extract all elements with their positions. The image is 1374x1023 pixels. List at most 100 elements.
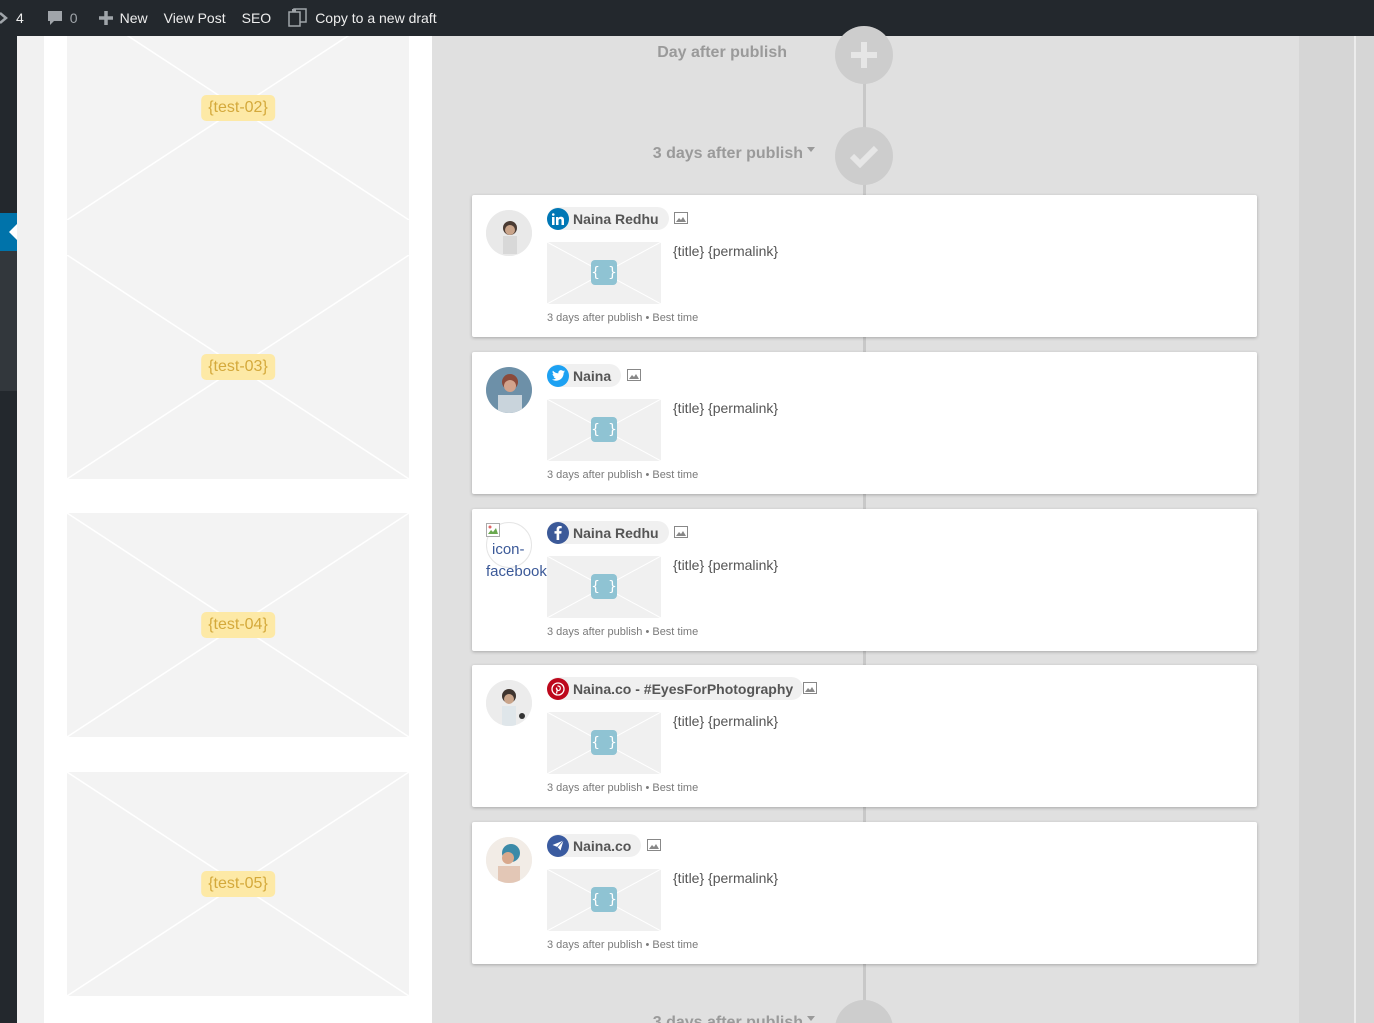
timeline-step-label: 3 days after publish — [652, 145, 803, 162]
admin-bar: 4 0 New View Post SEO Copy to a new draf… — [0, 0, 1374, 36]
content-area: {test-02} {test-03} {test-04} {test-05} … — [17, 26, 1374, 1023]
thumbnail-tag: {test-03} — [201, 354, 275, 380]
thumbnail-tag: {test-05} — [201, 871, 275, 897]
avatar-alt-text: facebook — [486, 563, 547, 580]
view-post-link[interactable]: View Post — [156, 0, 234, 36]
comments-count: 0 — [69, 10, 78, 26]
account-name: Naina.co - #EyesForPhotography — [573, 680, 794, 697]
variable-tag: { } — [591, 730, 617, 755]
variable-tag: { } — [591, 887, 617, 912]
variable-tag: { } — [591, 574, 617, 599]
view-post-label: View Post — [163, 10, 226, 26]
avatar — [486, 367, 532, 413]
post-schedule-meta: 3 days after publish • Best time — [547, 626, 699, 638]
check-icon — [849, 145, 879, 168]
account-chip[interactable]: Naina.co - #EyesForPhotography — [547, 677, 804, 700]
plus-icon — [98, 11, 113, 25]
thumbnail-placeholder: {test-02} — [67, 36, 409, 260]
caret-down-icon — [807, 147, 815, 153]
variable-tag: { } — [591, 417, 617, 442]
linkedin-icon — [547, 207, 569, 230]
avatar — [486, 210, 532, 256]
comment-icon — [47, 11, 62, 25]
pinterest-icon — [547, 677, 569, 700]
placeholder-image-icon — [67, 36, 409, 220]
media-placeholder[interactable]: { } — [547, 556, 661, 618]
scheduled-post-card[interactable]: icon- facebook Naina Redhu { } {title} {… — [472, 509, 1257, 651]
step-done-button[interactable] — [835, 127, 893, 185]
broken-avatar: icon- facebook — [486, 522, 548, 582]
post-message[interactable]: {title} {permalink} — [673, 713, 778, 729]
telegram-icon — [547, 834, 569, 857]
caret-down-icon — [807, 1016, 815, 1022]
scheduled-post-card[interactable]: Naina.co { } {title} {permalink} 3 days … — [472, 822, 1257, 964]
post-schedule-meta: 3 days after publish • Best time — [547, 312, 699, 324]
variable-tag: { } — [591, 260, 617, 285]
image-icon[interactable] — [674, 526, 688, 538]
account-chip[interactable]: Naina — [547, 364, 622, 387]
plus-icon — [851, 42, 877, 68]
media-placeholder[interactable]: { } — [547, 242, 661, 304]
account-name: Naina.co — [573, 837, 632, 854]
active-menu-item[interactable] — [0, 213, 17, 251]
comments-menu[interactable]: 0 — [32, 0, 86, 36]
post-message[interactable]: {title} {permalink} — [673, 557, 778, 573]
post-message[interactable]: {title} {permalink} — [673, 400, 778, 416]
account-name: Naina Redhu — [573, 210, 659, 227]
copy-draft-link[interactable]: Copy to a new draft — [279, 0, 444, 36]
admin-menu — [0, 36, 17, 1023]
post-schedule-meta: 3 days after publish • Best time — [547, 469, 699, 481]
image-icon[interactable] — [647, 839, 661, 851]
new-label: New — [119, 10, 148, 26]
thumbnail-tag: {test-04} — [201, 612, 275, 638]
post-schedule-meta: 3 days after publish • Best time — [547, 782, 699, 794]
broken-image-icon — [486, 523, 500, 537]
divider — [1354, 36, 1356, 1023]
seo-label: SEO — [241, 10, 272, 26]
timeline-step-label: 3 days after publish — [652, 1014, 803, 1023]
new-content-menu[interactable]: New — [86, 0, 156, 36]
account-name: Naina — [573, 367, 612, 384]
twitter-icon — [547, 364, 569, 387]
right-sidebar — [1299, 36, 1374, 1023]
timeline-step-label: Day after publish — [657, 44, 787, 61]
scheduled-post-card[interactable]: Naina { } {title} {permalink} 3 days aft… — [472, 352, 1257, 494]
image-icon[interactable] — [674, 212, 688, 224]
post-message[interactable]: {title} {permalink} — [673, 870, 778, 886]
step-status-button[interactable] — [835, 1000, 893, 1023]
account-chip[interactable]: Naina Redhu — [547, 521, 669, 544]
seo-menu[interactable]: SEO — [234, 0, 280, 36]
post-schedule-meta: 3 days after publish • Best time — [547, 939, 699, 951]
updates-icon — [0, 12, 8, 24]
facebook-icon — [547, 521, 569, 544]
admin-submenu — [0, 251, 17, 391]
avatar — [486, 680, 532, 726]
scheduled-post-card[interactable]: Naina.co - #EyesForPhotography { } {titl… — [472, 665, 1257, 807]
timeline-step-dropdown[interactable]: 3 days after publish — [587, 145, 815, 163]
copy-icon — [288, 8, 307, 27]
updates-menu[interactable]: 4 — [0, 0, 32, 36]
avatar — [486, 837, 532, 883]
scheduled-post-card[interactable]: Naina Redhu { } {title} {permalink} 3 da… — [472, 195, 1257, 337]
add-step-button[interactable] — [835, 26, 893, 84]
content-gutter — [17, 36, 44, 1023]
account-chip[interactable]: Naina.co — [547, 834, 642, 857]
copy-draft-label: Copy to a new draft — [315, 10, 437, 26]
thumbnail-placeholder: {test-03} — [67, 255, 409, 479]
thumbnail-placeholder: {test-04} — [67, 513, 409, 737]
publish-timeline: Day after publish 3 days after publish N… — [432, 26, 1299, 1023]
avatar-alt-text: icon- — [492, 541, 525, 558]
media-placeholder[interactable]: { } — [547, 712, 661, 774]
media-placeholder[interactable]: { } — [547, 869, 661, 931]
timeline-step-dropdown[interactable]: 3 days after publish — [587, 1014, 815, 1023]
thumbnail-placeholder: {test-05} — [67, 772, 409, 996]
updates-count: 4 — [16, 10, 24, 26]
media-placeholder[interactable]: { } — [547, 399, 661, 461]
thumbnail-panel: {test-02} {test-03} {test-04} {test-05} — [44, 36, 432, 1023]
image-icon[interactable] — [627, 369, 641, 381]
post-message[interactable]: {title} {permalink} — [673, 243, 778, 259]
account-name: Naina Redhu — [573, 524, 659, 541]
account-chip[interactable]: Naina Redhu — [547, 207, 669, 230]
image-icon[interactable] — [803, 682, 817, 694]
thumbnail-tag: {test-02} — [201, 95, 275, 121]
